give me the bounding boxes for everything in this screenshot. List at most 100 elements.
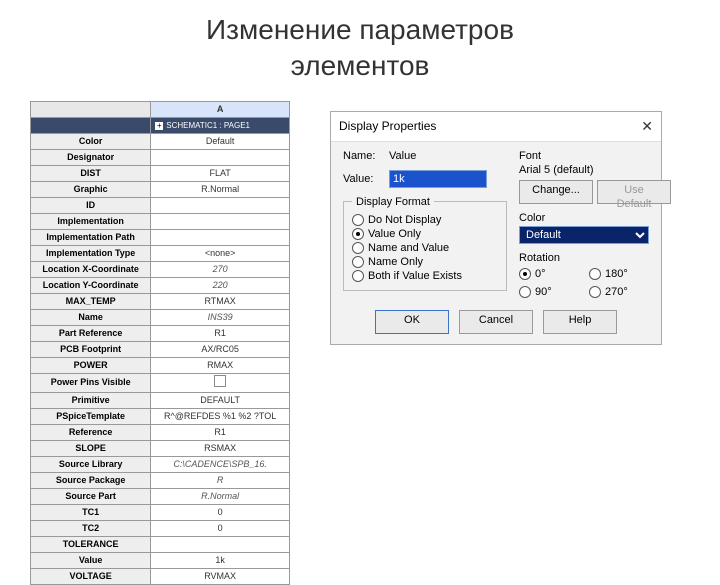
- prop-name-cell[interactable]: POWER: [31, 357, 151, 373]
- table-row: Source PackageR: [31, 472, 290, 488]
- table-row: TC20: [31, 520, 290, 536]
- table-row: MAX_TEMPRTMAX: [31, 293, 290, 309]
- prop-value-cell[interactable]: RTMAX: [151, 293, 290, 309]
- rotation-270[interactable]: 270°: [589, 286, 649, 298]
- subheader-blank: [31, 117, 151, 133]
- prop-value-cell[interactable]: [151, 229, 290, 245]
- prop-value-cell[interactable]: FLAT: [151, 165, 290, 181]
- prop-value-cell[interactable]: RVMAX: [151, 568, 290, 584]
- color-select[interactable]: Default: [519, 226, 649, 244]
- prop-value-cell[interactable]: Default: [151, 133, 290, 149]
- rotation-90[interactable]: 90°: [519, 286, 579, 298]
- header-blank: [31, 101, 151, 117]
- table-row: Implementation: [31, 213, 290, 229]
- value-input[interactable]: [389, 170, 487, 188]
- prop-value-cell[interactable]: <none>: [151, 245, 290, 261]
- prop-value-cell[interactable]: 0: [151, 504, 290, 520]
- prop-value-cell[interactable]: DEFAULT: [151, 392, 290, 408]
- prop-name-cell[interactable]: Location Y-Coordinate: [31, 277, 151, 293]
- prop-value-cell[interactable]: [151, 197, 290, 213]
- prop-name-cell[interactable]: Name: [31, 309, 151, 325]
- table-row: GraphicR.Normal: [31, 181, 290, 197]
- prop-name-cell[interactable]: Graphic: [31, 181, 151, 197]
- table-row: TOLERANCE: [31, 536, 290, 552]
- prop-value-cell[interactable]: R^@REFDES %1 %2 ?TOL: [151, 408, 290, 424]
- slide-title: Изменение параметров элементов: [0, 12, 720, 85]
- prop-value-cell[interactable]: R.Normal: [151, 488, 290, 504]
- fmt-both-if-exists[interactable]: Both if Value Exists: [352, 270, 498, 282]
- prop-name-cell[interactable]: TC1: [31, 504, 151, 520]
- prop-name-cell[interactable]: Implementation Path: [31, 229, 151, 245]
- prop-name-cell[interactable]: Primitive: [31, 392, 151, 408]
- title-line-1: Изменение параметров: [206, 14, 514, 45]
- prop-name-cell[interactable]: Source Library: [31, 456, 151, 472]
- prop-name-cell[interactable]: Source Part: [31, 488, 151, 504]
- table-row: Power Pins Visible: [31, 373, 290, 392]
- title-line-2: элементов: [291, 50, 430, 81]
- radio-icon: [352, 270, 364, 282]
- expand-icon[interactable]: +: [155, 122, 163, 130]
- prop-value-cell[interactable]: C:\CADENCE\SPB_16.: [151, 456, 290, 472]
- prop-value-cell[interactable]: 270: [151, 261, 290, 277]
- prop-name-cell[interactable]: Reference: [31, 424, 151, 440]
- table-row: ReferenceR1: [31, 424, 290, 440]
- font-group-label: Font: [519, 150, 649, 162]
- prop-name-cell[interactable]: Part Reference: [31, 325, 151, 341]
- prop-value-cell[interactable]: RSMAX: [151, 440, 290, 456]
- fmt-do-not-display[interactable]: Do Not Display: [352, 214, 498, 226]
- prop-value-cell[interactable]: 0: [151, 520, 290, 536]
- ok-button[interactable]: OK: [375, 310, 449, 334]
- prop-name-cell[interactable]: PSpiceTemplate: [31, 408, 151, 424]
- prop-name-cell[interactable]: Implementation Type: [31, 245, 151, 261]
- prop-value-cell[interactable]: AX/RC05: [151, 341, 290, 357]
- prop-value-cell[interactable]: INS39: [151, 309, 290, 325]
- radio-icon: [589, 286, 601, 298]
- prop-name-cell[interactable]: PCB Footprint: [31, 341, 151, 357]
- radio-icon: [352, 242, 364, 254]
- fmt-name-and-value[interactable]: Name and Value: [352, 242, 498, 254]
- use-default-button: Use Default: [597, 180, 671, 204]
- prop-name-cell[interactable]: Designator: [31, 149, 151, 165]
- subheader-cell[interactable]: +SCHEMATIC1 : PAGE1: [151, 117, 290, 133]
- prop-value-cell[interactable]: [151, 536, 290, 552]
- prop-name-cell[interactable]: DIST: [31, 165, 151, 181]
- prop-value-cell[interactable]: R: [151, 472, 290, 488]
- prop-name-cell[interactable]: Power Pins Visible: [31, 373, 151, 392]
- prop-value-cell[interactable]: R1: [151, 325, 290, 341]
- column-header[interactable]: A: [151, 101, 290, 117]
- rotation-180[interactable]: 180°: [589, 268, 649, 280]
- table-row: SLOPERSMAX: [31, 440, 290, 456]
- dialog-titlebar[interactable]: Display Properties ✕: [331, 112, 661, 142]
- prop-name-cell[interactable]: Implementation: [31, 213, 151, 229]
- prop-value-cell[interactable]: RMAX: [151, 357, 290, 373]
- prop-value-cell[interactable]: R1: [151, 424, 290, 440]
- prop-value-cell[interactable]: [151, 373, 290, 392]
- change-font-button[interactable]: Change...: [519, 180, 593, 204]
- prop-name-cell[interactable]: Source Package: [31, 472, 151, 488]
- prop-name-cell[interactable]: Color: [31, 133, 151, 149]
- fmt-name-only[interactable]: Name Only: [352, 256, 498, 268]
- prop-value-cell[interactable]: 1k: [151, 552, 290, 568]
- name-value: Value: [389, 150, 416, 162]
- prop-value-cell[interactable]: [151, 213, 290, 229]
- rotation-0[interactable]: 0°: [519, 268, 579, 280]
- prop-name-cell[interactable]: Location X-Coordinate: [31, 261, 151, 277]
- display-format-legend: Display Format: [352, 196, 434, 208]
- checkbox-icon[interactable]: [214, 375, 226, 387]
- prop-name-cell[interactable]: TOLERANCE: [31, 536, 151, 552]
- prop-name-cell[interactable]: TC2: [31, 520, 151, 536]
- prop-name-cell[interactable]: MAX_TEMP: [31, 293, 151, 309]
- help-button[interactable]: Help: [543, 310, 617, 334]
- prop-name-cell[interactable]: ID: [31, 197, 151, 213]
- prop-value-cell[interactable]: [151, 149, 290, 165]
- table-row: TC10: [31, 504, 290, 520]
- prop-value-cell[interactable]: 220: [151, 277, 290, 293]
- fmt-value-only[interactable]: Value Only: [352, 228, 498, 240]
- close-icon[interactable]: ✕: [641, 118, 653, 135]
- prop-value-cell[interactable]: R.Normal: [151, 181, 290, 197]
- prop-name-cell[interactable]: SLOPE: [31, 440, 151, 456]
- radio-icon: [519, 286, 531, 298]
- prop-name-cell[interactable]: Value: [31, 552, 151, 568]
- prop-name-cell[interactable]: VOLTAGE: [31, 568, 151, 584]
- cancel-button[interactable]: Cancel: [459, 310, 533, 334]
